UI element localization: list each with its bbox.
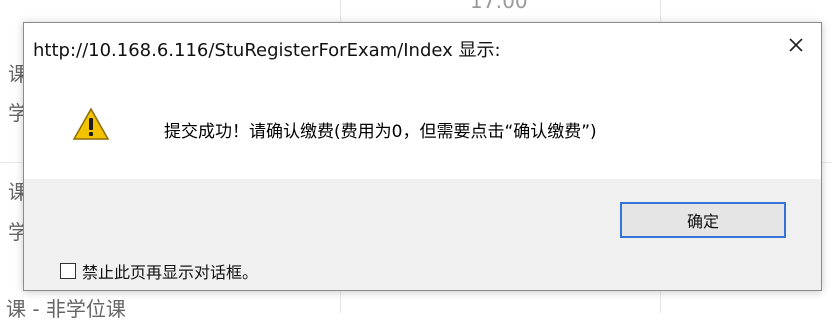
dialog-message: 提交成功！请确认缴费(费用为0，但需要点击“确认缴费”)	[164, 122, 597, 142]
warning-icon	[72, 107, 110, 140]
suppress-dialog-checkbox[interactable]	[60, 263, 76, 279]
checkbox-label: 禁止此页再显示对话框。	[82, 263, 259, 282]
ok-button[interactable]: 确定	[620, 202, 786, 238]
suppress-dialog-option[interactable]: 禁止此页再显示对话框。	[60, 259, 258, 283]
dialog-footer: 确定 禁止此页再显示对话框。	[24, 179, 821, 290]
close-icon	[789, 38, 803, 52]
background-course-text: 课 - 非学位课	[6, 297, 126, 321]
dialog-title: http://10.168.6.116/StuRegisterForExam/I…	[33, 40, 501, 61]
alert-dialog: http://10.168.6.116/StuRegisterForExam/I…	[23, 22, 822, 291]
background-time-text: 17:00	[470, 0, 528, 13]
close-button[interactable]	[784, 33, 808, 57]
